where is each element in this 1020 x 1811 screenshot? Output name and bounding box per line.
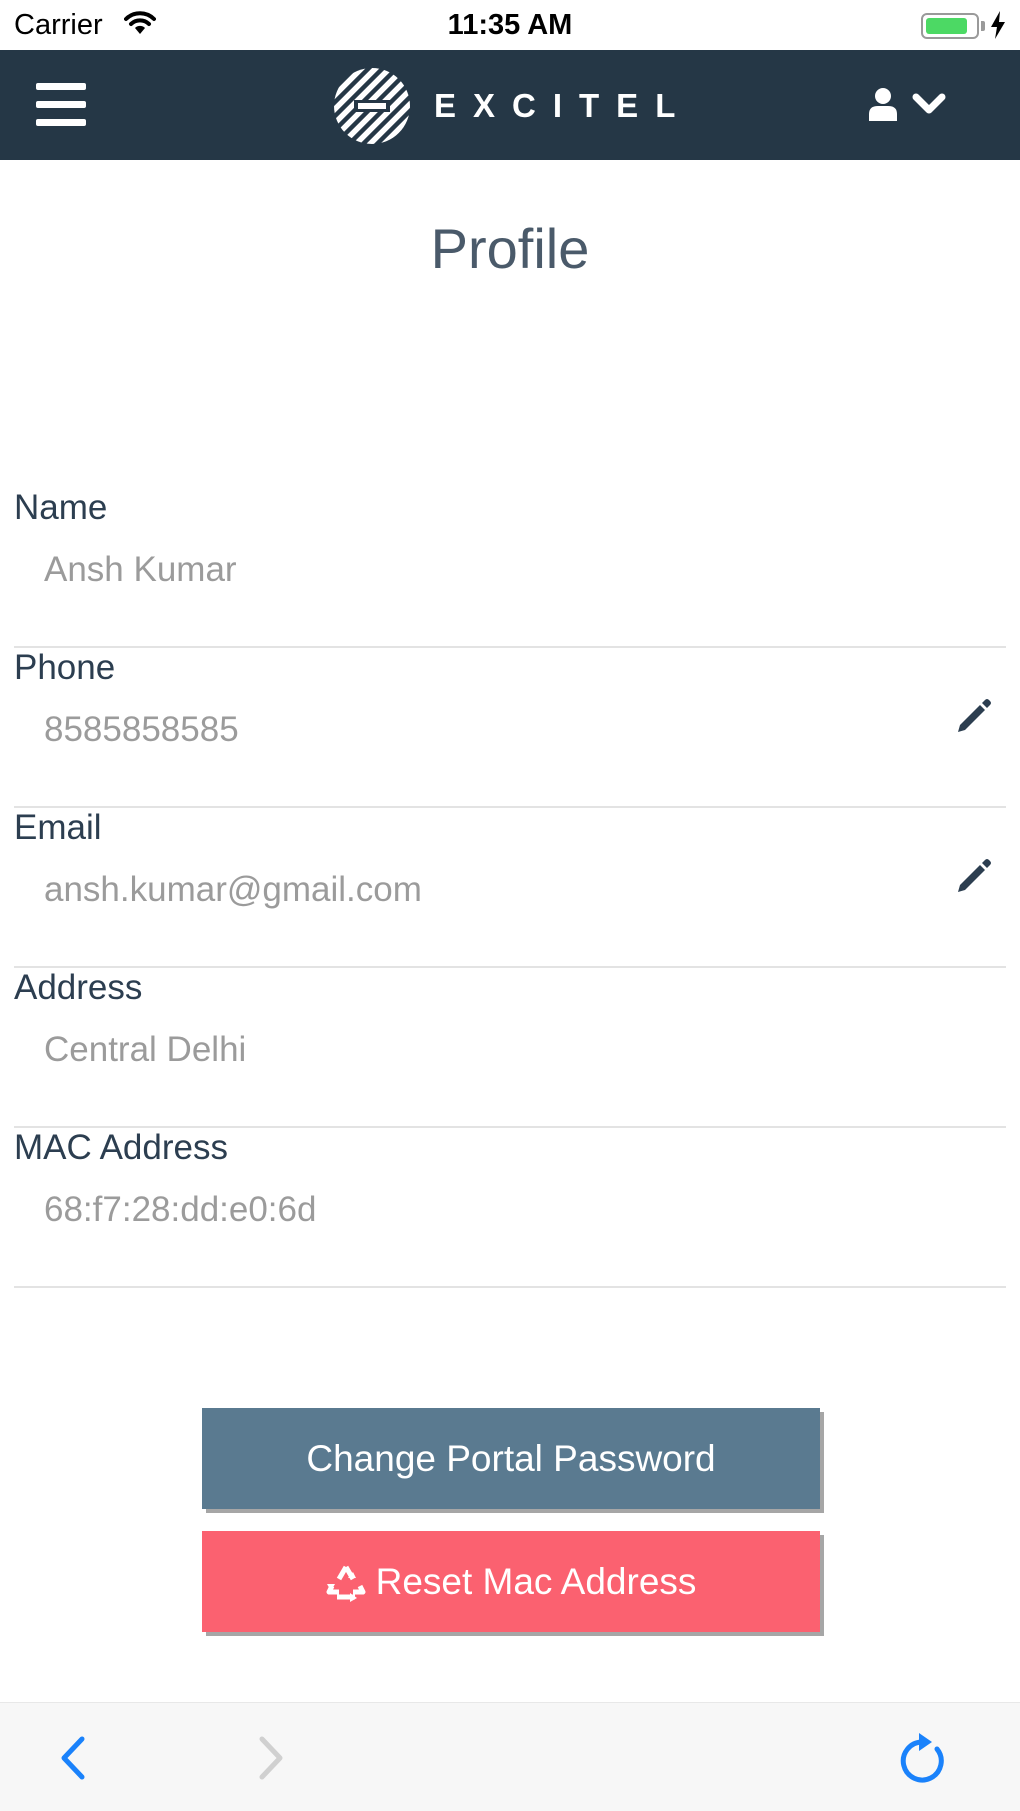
forward-arrow-icon	[259, 1736, 283, 1780]
browser-toolbar	[0, 1702, 1020, 1811]
button-label: Reset Mac Address	[375, 1560, 697, 1602]
field-value: 68:f7:28:dd:e0:6d	[44, 1190, 317, 1229]
brand-logo: EXCITEL	[332, 66, 692, 146]
user-icon	[869, 88, 897, 121]
battery-icon	[921, 13, 979, 39]
app-header: EXCITEL	[0, 50, 1020, 160]
chevron-down-icon	[912, 93, 946, 114]
excitel-logo-icon	[334, 68, 410, 144]
field-value: Ansh Kumar	[44, 550, 237, 589]
brand-name: EXCITEL	[434, 87, 693, 124]
address-field: Address Central Delhi	[14, 968, 1006, 1128]
page-title: Profile	[430, 217, 590, 280]
reset-mac-address-button[interactable]: Reset Mac Address	[202, 1531, 820, 1632]
phone-field: Phone 8585858585	[14, 648, 1006, 808]
field-label: Name	[14, 488, 108, 527]
pencil-icon[interactable]	[954, 696, 994, 736]
mac-address-field: MAC Address 68:f7:28:dd:e0:6d	[14, 1128, 1006, 1288]
user-menu-button[interactable]	[868, 87, 946, 121]
field-label: MAC Address	[14, 1128, 228, 1167]
field-value: Central Delhi	[44, 1030, 247, 1069]
charging-bolt-icon	[990, 11, 1006, 44]
field-label: Address	[14, 968, 143, 1007]
recycle-icon	[326, 1565, 366, 1602]
status-bar: Carrier 11:35 AM	[0, 0, 1020, 50]
name-field: Name Ansh Kumar	[14, 488, 1006, 648]
status-time: 11:35 AM	[447, 9, 573, 41]
email-field: Email ansh.kumar@gmail.com	[14, 808, 1006, 968]
field-value: 8585858585	[44, 710, 239, 749]
pencil-icon[interactable]	[954, 856, 994, 896]
button-label: Change Portal Password	[306, 1437, 716, 1479]
battery-nub	[981, 21, 985, 31]
change-portal-password-button[interactable]: Change Portal Password	[202, 1408, 820, 1509]
hamburger-icon[interactable]	[36, 83, 86, 127]
field-value: ansh.kumar@gmail.com	[44, 870, 422, 909]
field-label: Phone	[14, 648, 116, 687]
back-arrow-icon[interactable]	[56, 1733, 90, 1783]
reload-icon[interactable]	[896, 1731, 948, 1787]
field-label: Email	[14, 808, 102, 847]
